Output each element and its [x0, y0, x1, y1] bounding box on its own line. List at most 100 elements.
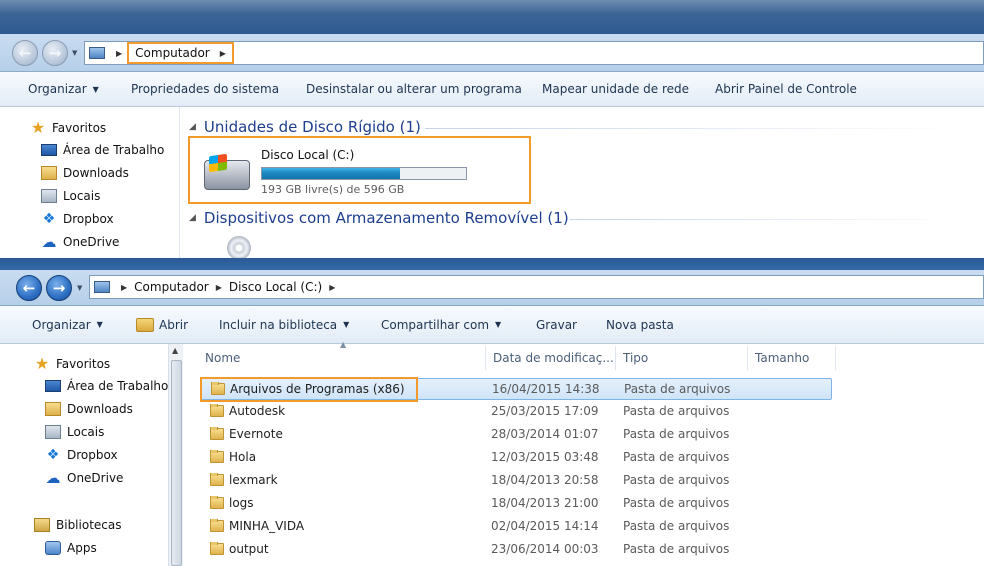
file-row[interactable]: Arquivos de Programas (x86) 16/04/2015 14…	[200, 378, 832, 400]
group-header-hard-drives[interactable]: ◢ Unidades de Disco Rígido (1)	[189, 118, 421, 136]
file-row[interactable]: Evernote 28/03/2014 01:07 Pasta de arquivo…	[200, 424, 832, 446]
desktop-icon	[41, 144, 57, 156]
title-bar	[0, 258, 984, 270]
drive-tile-c[interactable]: Disco Local (C:) 193 GB livre(s) de 596 …	[188, 136, 531, 204]
nav-item-favorites[interactable]: ★ Favoritos	[30, 120, 106, 136]
open-control-panel-button[interactable]: Abrir Painel de Controle	[715, 82, 857, 96]
file-date-cell: 23/06/2014 00:03	[491, 542, 599, 556]
command-bar: Organizar ▼ Propriedades do sistema Desi…	[0, 72, 984, 107]
column-header-name[interactable]: Nome	[198, 346, 486, 370]
file-name-cell: logs	[210, 496, 254, 510]
breadcrumb-chevron-icon[interactable]: ▶	[216, 283, 222, 292]
dropdown-arrow-icon: ▼	[92, 84, 99, 94]
file-name: Autodesk	[229, 404, 286, 418]
folder-icon	[210, 404, 224, 417]
file-row[interactable]: logs 18/04/2013 21:00 Pasta de arquivos	[200, 493, 832, 515]
open-button[interactable]: Abrir	[136, 317, 189, 332]
command-bar: Organizar ▼ Abrir Incluir na biblioteca …	[0, 306, 984, 344]
nav-item-libraries[interactable]: Bibliotecas	[34, 518, 121, 532]
file-date-cell: 12/03/2015 03:48	[491, 450, 599, 464]
file-type-cell: Pasta de arquivos	[623, 542, 730, 556]
back-button[interactable]: ←	[16, 275, 42, 301]
nav-item-onedrive[interactable]: ☁ OneDrive	[45, 469, 124, 487]
forward-button[interactable]: →	[42, 40, 68, 66]
nav-item-favorites[interactable]: ★ Favoritos	[34, 356, 110, 372]
column-header-size[interactable]: Tamanho	[748, 346, 836, 370]
navigation-scrollbar[interactable]: ▲	[168, 344, 183, 566]
scroll-up-arrow-icon[interactable]: ▲	[172, 346, 178, 355]
recent-pages-dropdown-icon[interactable]: ▼	[77, 284, 82, 292]
file-name-cell: lexmark	[210, 473, 278, 487]
breadcrumb-chevron-icon[interactable]: ▶	[121, 283, 127, 292]
group-header-removable[interactable]: ◢ Dispositivos com Armazenamento Removív…	[189, 209, 569, 227]
uninstall-program-button[interactable]: Desinstalar ou alterar um programa	[306, 82, 522, 96]
folder-icon	[210, 473, 224, 486]
file-date-cell: 18/04/2013 20:58	[491, 473, 599, 487]
breadcrumb-local-disk[interactable]: Disco Local (C:)	[229, 280, 322, 294]
nav-label: Downloads	[67, 402, 133, 416]
optical-drive-icon[interactable]	[227, 236, 251, 258]
nav-item-places[interactable]: Locais	[45, 425, 104, 439]
map-network-drive-button[interactable]: Mapear unidade de rede	[542, 82, 689, 96]
file-name: logs	[229, 496, 254, 510]
file-type-cell: Pasta de arquivos	[623, 450, 730, 464]
share-with-label: Compartilhar com	[381, 317, 490, 332]
file-row[interactable]: Autodesk 25/03/2015 17:09 Pasta de arquivo…	[200, 401, 832, 423]
nav-item-downloads[interactable]: Downloads	[45, 402, 133, 416]
address-bar[interactable]: ▶ Computador ▶ Disco Local (C:) ▶	[89, 275, 984, 299]
scrollbar-thumb[interactable]	[171, 360, 182, 566]
file-row[interactable]: Hola 12/03/2015 03:48 Pasta de arquivos	[200, 447, 832, 469]
new-folder-button[interactable]: Nova pasta	[606, 318, 674, 332]
file-name: Arquivos de Programas (x86)	[230, 382, 405, 396]
file-row[interactable]: output 23/06/2014 00:03 Pasta de arquivos	[200, 539, 832, 561]
open-label: Abrir	[159, 317, 189, 332]
nav-item-desktop[interactable]: Área de Trabalho	[41, 143, 164, 157]
breadcrumb-chevron-icon[interactable]: ▶	[329, 283, 335, 292]
nav-label: Favoritos	[56, 357, 111, 371]
navigation-pane: ★ Favoritos Área de Trabalho Downloads L…	[0, 107, 180, 258]
share-with-button[interactable]: Compartilhar com ▼	[381, 318, 501, 332]
breadcrumb-chevron-icon[interactable]: ▶	[116, 49, 122, 58]
recent-pages-dropdown-icon[interactable]: ▼	[72, 49, 77, 57]
burn-button[interactable]: Gravar	[536, 318, 577, 332]
system-properties-button[interactable]: Propriedades do sistema	[131, 82, 279, 96]
nav-label: OneDrive	[67, 471, 124, 485]
group-divider	[570, 219, 965, 220]
file-name-cell: Autodesk	[210, 404, 285, 418]
nav-item-apps[interactable]: Apps	[45, 541, 97, 555]
group-header-label: Dispositivos com Armazenamento Removível…	[203, 209, 569, 227]
include-in-library-button[interactable]: Incluir na biblioteca ▼	[219, 318, 349, 332]
collapse-triangle-icon[interactable]: ◢	[189, 213, 196, 223]
address-bar[interactable]: ▶ Computador ▶	[84, 41, 984, 65]
file-row[interactable]: lexmark 18/04/2013 20:58 Pasta de arquivos	[200, 470, 832, 492]
nav-item-desktop[interactable]: Área de Trabalho	[45, 379, 168, 393]
organize-button[interactable]: Organizar ▼	[28, 82, 99, 96]
breadcrumb-chevron-icon[interactable]: ▶	[220, 49, 226, 58]
file-name: lexmark	[229, 473, 278, 487]
nav-item-downloads[interactable]: Downloads	[41, 166, 129, 180]
file-type-cell: Pasta de arquivos	[623, 496, 730, 510]
nav-item-dropbox[interactable]: ❖ Dropbox	[41, 212, 114, 226]
nav-item-onedrive[interactable]: ☁ OneDrive	[41, 233, 120, 251]
folder-icon	[210, 542, 224, 555]
group-divider	[425, 128, 965, 129]
file-row[interactable]: MINHA_VIDA 02/04/2015 14:14 Pasta de arqui…	[200, 516, 832, 538]
nav-item-places[interactable]: Locais	[41, 189, 100, 203]
column-header-type[interactable]: Tipo	[616, 346, 748, 370]
onedrive-icon: ☁	[45, 469, 61, 487]
nav-item-dropbox[interactable]: ❖ Dropbox	[45, 448, 118, 462]
collapse-triangle-icon[interactable]: ◢	[189, 122, 196, 132]
organize-button[interactable]: Organizar ▼	[32, 318, 103, 332]
onedrive-icon: ☁	[41, 233, 57, 251]
breadcrumb-computador[interactable]: Computador	[134, 280, 209, 294]
nav-label: Dropbox	[63, 212, 114, 226]
file-date-cell: 28/03/2014 01:07	[491, 427, 599, 441]
places-icon	[45, 425, 61, 439]
forward-button[interactable]: →	[46, 275, 72, 301]
computer-window: ← → ▼ ▶ Computador ▶ Organizar ▼ Proprie…	[0, 0, 984, 258]
breadcrumb-computador[interactable]: Computador ▶	[127, 42, 234, 64]
column-header-date-modified[interactable]: Data de modificaç...	[486, 346, 616, 370]
nav-label: Bibliotecas	[56, 518, 122, 532]
back-button[interactable]: ←	[12, 40, 38, 66]
file-type-cell: Pasta de arquivos	[623, 404, 730, 418]
